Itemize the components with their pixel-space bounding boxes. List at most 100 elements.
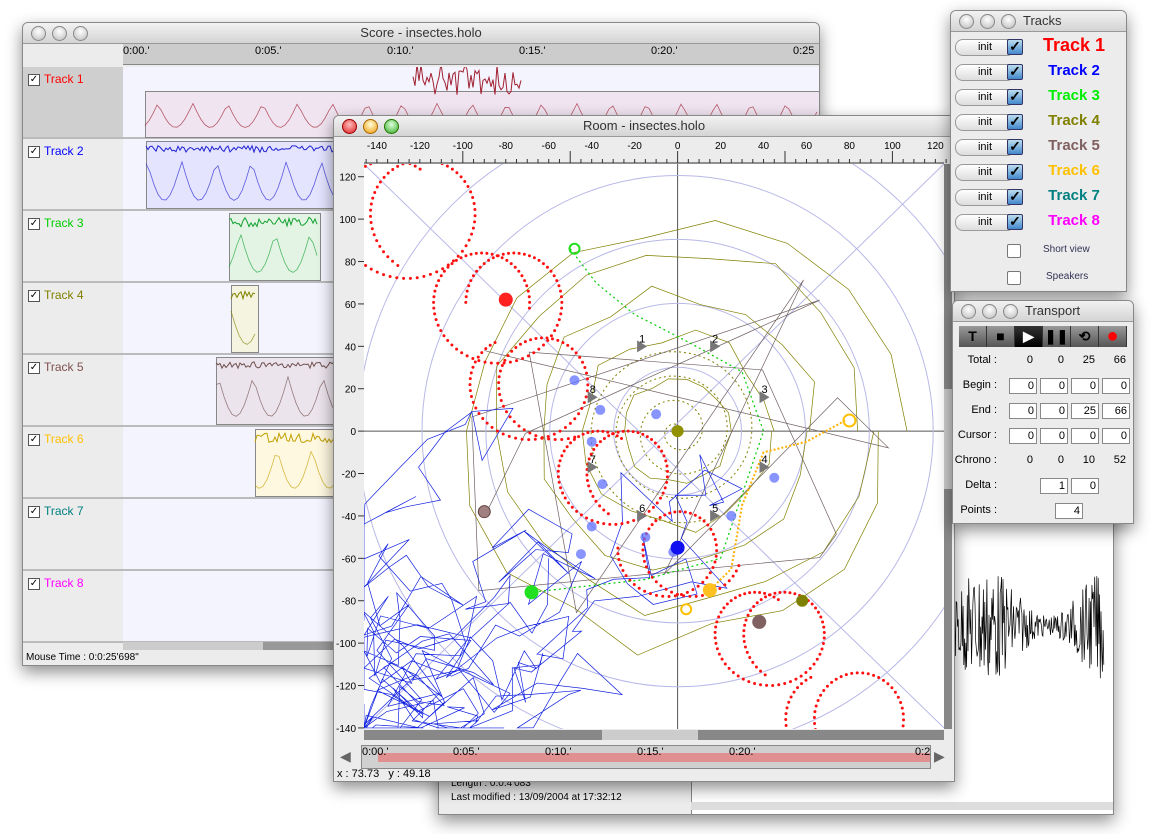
close-button[interactable] bbox=[31, 26, 46, 41]
close-button[interactable] bbox=[342, 119, 357, 134]
track-visible-checkbox[interactable]: ✓ bbox=[28, 434, 40, 446]
track-visible-checkbox[interactable]: ✓ bbox=[28, 362, 40, 374]
speaker-label[interactable]: 1 bbox=[639, 333, 645, 345]
minimize-button[interactable] bbox=[980, 14, 995, 29]
x-axis-tick: -140 bbox=[367, 141, 387, 152]
track-name: Track 1 bbox=[1019, 35, 1127, 56]
track-visible-checkbox[interactable]: ✓ bbox=[28, 146, 40, 158]
zoom-button[interactable] bbox=[1003, 304, 1018, 319]
track-name: Track 5 bbox=[1019, 137, 1127, 154]
end-field[interactable]: 25 bbox=[1071, 403, 1099, 419]
init-track-button[interactable]: init bbox=[955, 64, 1015, 81]
speaker-label[interactable]: 2 bbox=[712, 333, 718, 345]
track-name: Track 7 bbox=[44, 504, 84, 518]
cursor-field[interactable]: 0 bbox=[1071, 428, 1099, 444]
end-field[interactable]: 0 bbox=[1040, 403, 1068, 419]
init-track-button[interactable]: init bbox=[955, 164, 1015, 181]
track-name: Track 6 bbox=[1019, 162, 1127, 179]
speaker-label[interactable]: 5 bbox=[712, 503, 718, 515]
y-axis-tick: 20 bbox=[345, 385, 357, 396]
ruler-tick: 0:00.' bbox=[123, 45, 150, 57]
x-axis-tick: 0 bbox=[675, 141, 681, 152]
init-track-button[interactable]: init bbox=[955, 189, 1015, 206]
close-button[interactable] bbox=[961, 304, 976, 319]
minimize-button[interactable] bbox=[982, 304, 997, 319]
track-visible-checkbox[interactable]: ✓ bbox=[28, 506, 40, 518]
y-axis-tick: -80 bbox=[342, 597, 357, 608]
short-view-checkbox[interactable] bbox=[1007, 244, 1021, 258]
init-track-button[interactable]: init bbox=[955, 89, 1015, 106]
speakers-checkbox[interactable] bbox=[1007, 271, 1021, 285]
minimize-button[interactable] bbox=[363, 119, 378, 134]
room-h-scrollbar[interactable] bbox=[364, 730, 944, 740]
transport-titlebar[interactable]: Transport bbox=[953, 301, 1133, 322]
init-track-button[interactable]: init bbox=[955, 214, 1015, 231]
track-visible-checkbox[interactable]: ✓ bbox=[28, 74, 40, 86]
begin-field[interactable]: 0 bbox=[1040, 378, 1068, 394]
chrono-value: 10 bbox=[1069, 454, 1095, 466]
begin-field[interactable]: 0 bbox=[1009, 378, 1037, 394]
room-titlebar[interactable]: Room - insectes.holo bbox=[334, 116, 954, 137]
track-visible-checkbox[interactable]: ✓ bbox=[28, 290, 40, 302]
timeline-tick: 0:05.' bbox=[453, 746, 480, 758]
speaker-label[interactable]: 8 bbox=[590, 384, 596, 396]
x-axis-tick: 80 bbox=[844, 141, 856, 152]
y-axis-tick: 80 bbox=[345, 258, 357, 269]
cursor-field[interactable]: 0 bbox=[1040, 428, 1068, 444]
zoom-button[interactable] bbox=[384, 119, 399, 134]
init-track-button[interactable]: init bbox=[955, 139, 1015, 156]
timeline-tick: 0:10.' bbox=[545, 746, 572, 758]
end-field[interactable]: 0 bbox=[1009, 403, 1037, 419]
score-titlebar[interactable]: Score - insectes.holo bbox=[23, 23, 819, 44]
pause-button[interactable]: ❚❚ bbox=[1043, 326, 1071, 347]
play-button[interactable]: ▶ bbox=[1015, 326, 1043, 347]
sound-last-modified: Last modified : 13/09/2004 at 17:32:12 bbox=[451, 792, 622, 803]
transport-panel: Transport T ■ ▶ ❚❚ ⟲ ● Total :0 0 25 66 Begin :00… bbox=[952, 300, 1134, 524]
chrono-value: 0 bbox=[1038, 454, 1064, 466]
cursor-field[interactable]: 0 bbox=[1102, 428, 1130, 444]
speaker-label[interactable]: 7 bbox=[590, 454, 596, 466]
mouse-time-status: Mouse Time : 0:0:25'698" bbox=[26, 652, 139, 663]
y-axis-tick: 0 bbox=[350, 427, 356, 438]
close-button[interactable] bbox=[959, 14, 974, 29]
begin-field[interactable]: 0 bbox=[1071, 378, 1099, 394]
room-window: Room - insectes.holo -140 -120 -100 -80 -60 -… bbox=[333, 115, 955, 782]
cursor-field[interactable]: 0 bbox=[1009, 428, 1037, 444]
delta-field[interactable]: 1 bbox=[1040, 478, 1068, 494]
zoom-button[interactable] bbox=[73, 26, 88, 41]
init-track-button[interactable]: init bbox=[955, 39, 1015, 56]
track-visible-checkbox[interactable]: ✓ bbox=[28, 218, 40, 230]
y-axis-tick: 60 bbox=[345, 300, 357, 311]
stop-button[interactable]: ■ bbox=[987, 326, 1015, 347]
time-button[interactable]: T bbox=[959, 326, 987, 347]
init-track-button[interactable]: init bbox=[955, 114, 1015, 131]
y-axis-tick: 120 bbox=[339, 173, 356, 184]
tracks-titlebar[interactable]: Tracks bbox=[951, 11, 1126, 32]
time-ruler[interactable]: 0:00.' 0:05.' 0:10.' 0:15.' 0:20.' 0:25 bbox=[123, 44, 819, 65]
speaker-label[interactable]: 4 bbox=[762, 454, 768, 466]
zoom-button[interactable] bbox=[1001, 14, 1016, 29]
points-field[interactable]: 4 bbox=[1055, 503, 1083, 519]
delta-field[interactable]: 0 bbox=[1071, 478, 1099, 494]
end-field[interactable]: 66 bbox=[1102, 403, 1130, 419]
ruler-tick: 0:05.' bbox=[255, 45, 282, 57]
window-title: Transport bbox=[1025, 303, 1080, 318]
loop-button[interactable]: ⟲ bbox=[1071, 326, 1099, 347]
ruler-tick: 0:10.' bbox=[387, 45, 414, 57]
begin-label: Begin : bbox=[952, 379, 997, 391]
speaker-label[interactable]: 3 bbox=[762, 384, 768, 396]
timeline-left-arrow[interactable]: ◀ bbox=[340, 748, 351, 765]
track-name: Track 5 bbox=[44, 360, 84, 374]
track-visible-checkbox[interactable]: ✓ bbox=[28, 578, 40, 590]
begin-field[interactable]: 0 bbox=[1102, 378, 1130, 394]
minimize-button[interactable] bbox=[52, 26, 67, 41]
y-axis-tick: 100 bbox=[339, 215, 356, 226]
record-button[interactable]: ● bbox=[1099, 326, 1127, 347]
speaker-label[interactable]: 6 bbox=[639, 503, 645, 515]
ruler-tick: 0:20.' bbox=[651, 45, 678, 57]
waveform bbox=[954, 556, 1109, 696]
room-view[interactable]: -140 -120 -100 -80 -60 -40 -20 0 20 40 60 80 100 1201… bbox=[334, 137, 954, 737]
total-value: 0 bbox=[1038, 354, 1064, 366]
timeline-right-arrow[interactable]: ▶ bbox=[934, 748, 945, 765]
timeline[interactable]: 0:00.' 0:05.' 0:10.' 0:15.' 0:20.' 0:2 bbox=[361, 745, 931, 769]
